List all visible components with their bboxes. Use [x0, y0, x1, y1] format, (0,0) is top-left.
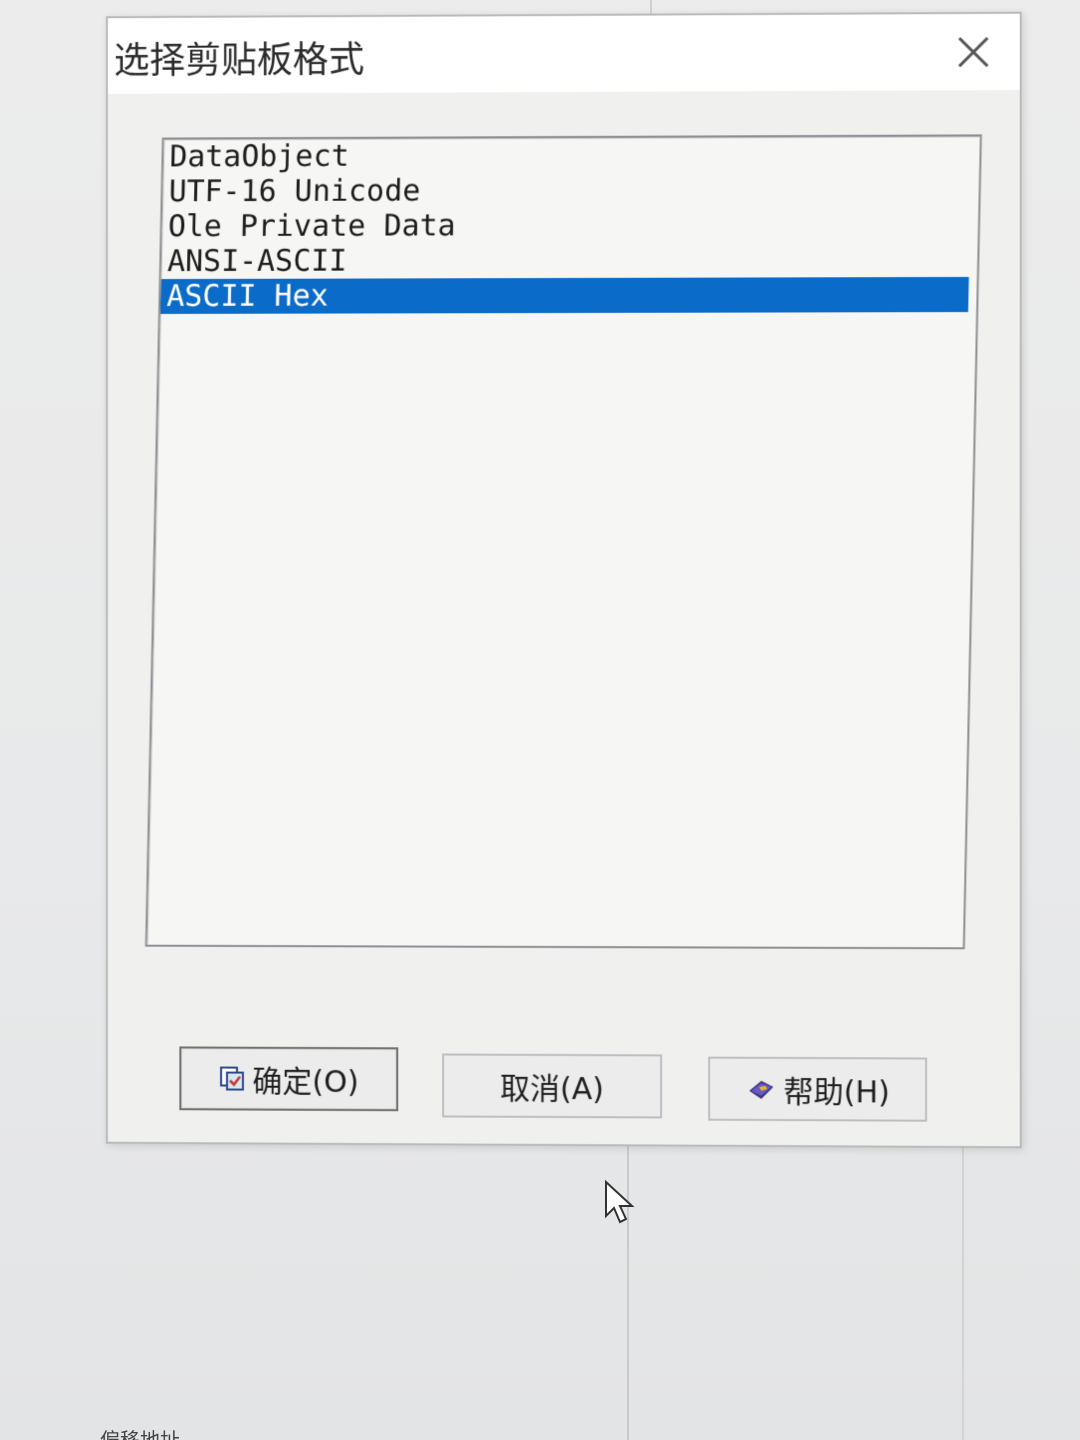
mouse-pointer-icon: [605, 1180, 635, 1224]
dialog-titlebar[interactable]: 选择剪贴板格式: [107, 13, 1020, 94]
background-label: 偏移地址: [100, 1428, 180, 1440]
list-item-utf16-unicode[interactable]: UTF-16 Unicode: [162, 172, 979, 210]
ok-button[interactable]: 确定(O): [179, 1046, 399, 1112]
help-button-label: 帮助(H): [783, 1074, 890, 1111]
list-item-ansi-ascii[interactable]: ANSI-ASCII: [161, 242, 978, 279]
format-listbox[interactable]: DataObject UTF-16 Unicode Ole Private Da…: [145, 134, 982, 950]
list-item-ascii-hex[interactable]: ASCII Hex: [160, 276, 969, 314]
background-divider: [962, 1140, 964, 1440]
background-divider: [650, 0, 652, 14]
ok-button-label: 确定(O): [252, 1064, 359, 1101]
dialog-title: 选择剪贴板格式: [113, 39, 365, 82]
list-item-dataobject[interactable]: DataObject: [163, 136, 980, 175]
document-check-icon: [219, 1065, 247, 1093]
close-x-icon: [955, 34, 991, 70]
help-book-icon: [745, 1075, 777, 1103]
close-button[interactable]: [949, 28, 997, 76]
cancel-button-label: 取消(A): [500, 1071, 604, 1108]
clipboard-format-dialog: 选择剪贴板格式 DataObject UTF-16 Unicode Ole Pr…: [105, 11, 1022, 1149]
screen: 偏移地址 选择剪贴板格式 DataObject UTF-16 Unicode O…: [0, 0, 1080, 1440]
list-item-ole-private-data[interactable]: Ole Private Data: [162, 207, 979, 245]
cancel-button[interactable]: 取消(A): [442, 1053, 663, 1119]
help-button[interactable]: 帮助(H): [708, 1056, 928, 1122]
